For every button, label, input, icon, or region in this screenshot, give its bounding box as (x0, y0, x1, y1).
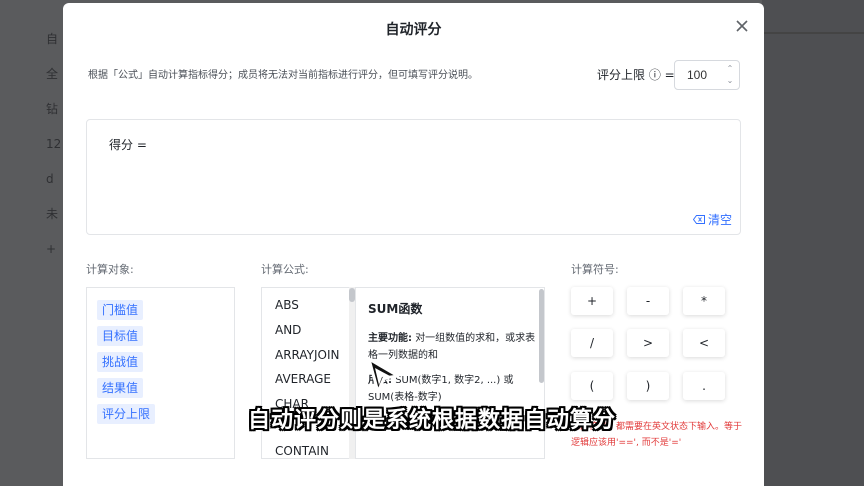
dialog-title: 自动评分 (385, 22, 442, 38)
function-item[interactable]: ARRAYJOIN (275, 348, 340, 362)
symbol-button[interactable]: + (571, 287, 613, 315)
symbol-button[interactable]: ) (627, 372, 669, 400)
symbol-button[interactable]: > (627, 329, 669, 357)
function-title: SUM函数 (368, 302, 423, 316)
chevron-up-icon[interactable]: ⌃ (723, 63, 737, 75)
score-limit-stepper[interactable]: ⌃ ⌄ (723, 63, 737, 87)
symbols-label: 计算符号: (571, 263, 619, 276)
function-item[interactable]: AVERAGE (275, 372, 331, 386)
target-tag[interactable]: 门槛值 (97, 300, 144, 320)
symbol-button[interactable]: . (683, 372, 725, 400)
chevron-down-icon[interactable]: ⌄ (723, 75, 737, 87)
dialog-hint: 根据「公式」自动计算指标得分；成员将无法对当前指标进行评分，但可填写评分说明。 (88, 70, 478, 81)
description-scroll-thumb[interactable] (539, 289, 544, 383)
formula-text: 得分 = (109, 138, 147, 152)
score-limit-field[interactable] (675, 61, 719, 89)
target-tag[interactable]: 挑战值 (97, 352, 144, 372)
close-icon[interactable] (731, 15, 753, 37)
clear-button[interactable]: 清空 (692, 211, 732, 228)
formula-editor[interactable]: 得分 = 清空 (86, 119, 741, 235)
symbol-button[interactable]: ( (571, 372, 613, 400)
targets-label: 计算对象: (86, 263, 134, 276)
target-tag[interactable]: 结果值 (97, 378, 144, 398)
mouse-pointer-icon (367, 357, 400, 394)
symbol-button[interactable]: < (683, 329, 725, 357)
score-limit-input[interactable]: ⌃ ⌄ (674, 60, 740, 90)
symbol-button[interactable]: / (571, 329, 613, 357)
main-function-label: 主要功能: (368, 333, 412, 344)
function-item[interactable]: CONTAIN (275, 444, 329, 458)
target-tag[interactable]: 目标值 (97, 326, 144, 346)
video-subtitle: 自动评分则是系统根据数据自动算分 (247, 408, 616, 433)
symbol-button[interactable]: * (683, 287, 725, 315)
function-item[interactable]: ABS (275, 298, 299, 312)
function-item[interactable]: AND (275, 323, 301, 337)
clear-label: 清空 (707, 213, 732, 227)
functions-label: 计算公式: (261, 263, 309, 276)
symbol-button[interactable]: - (627, 287, 669, 315)
score-limit-label: 评分上限 ⓘ = (597, 68, 675, 82)
backspace-icon (692, 215, 705, 224)
